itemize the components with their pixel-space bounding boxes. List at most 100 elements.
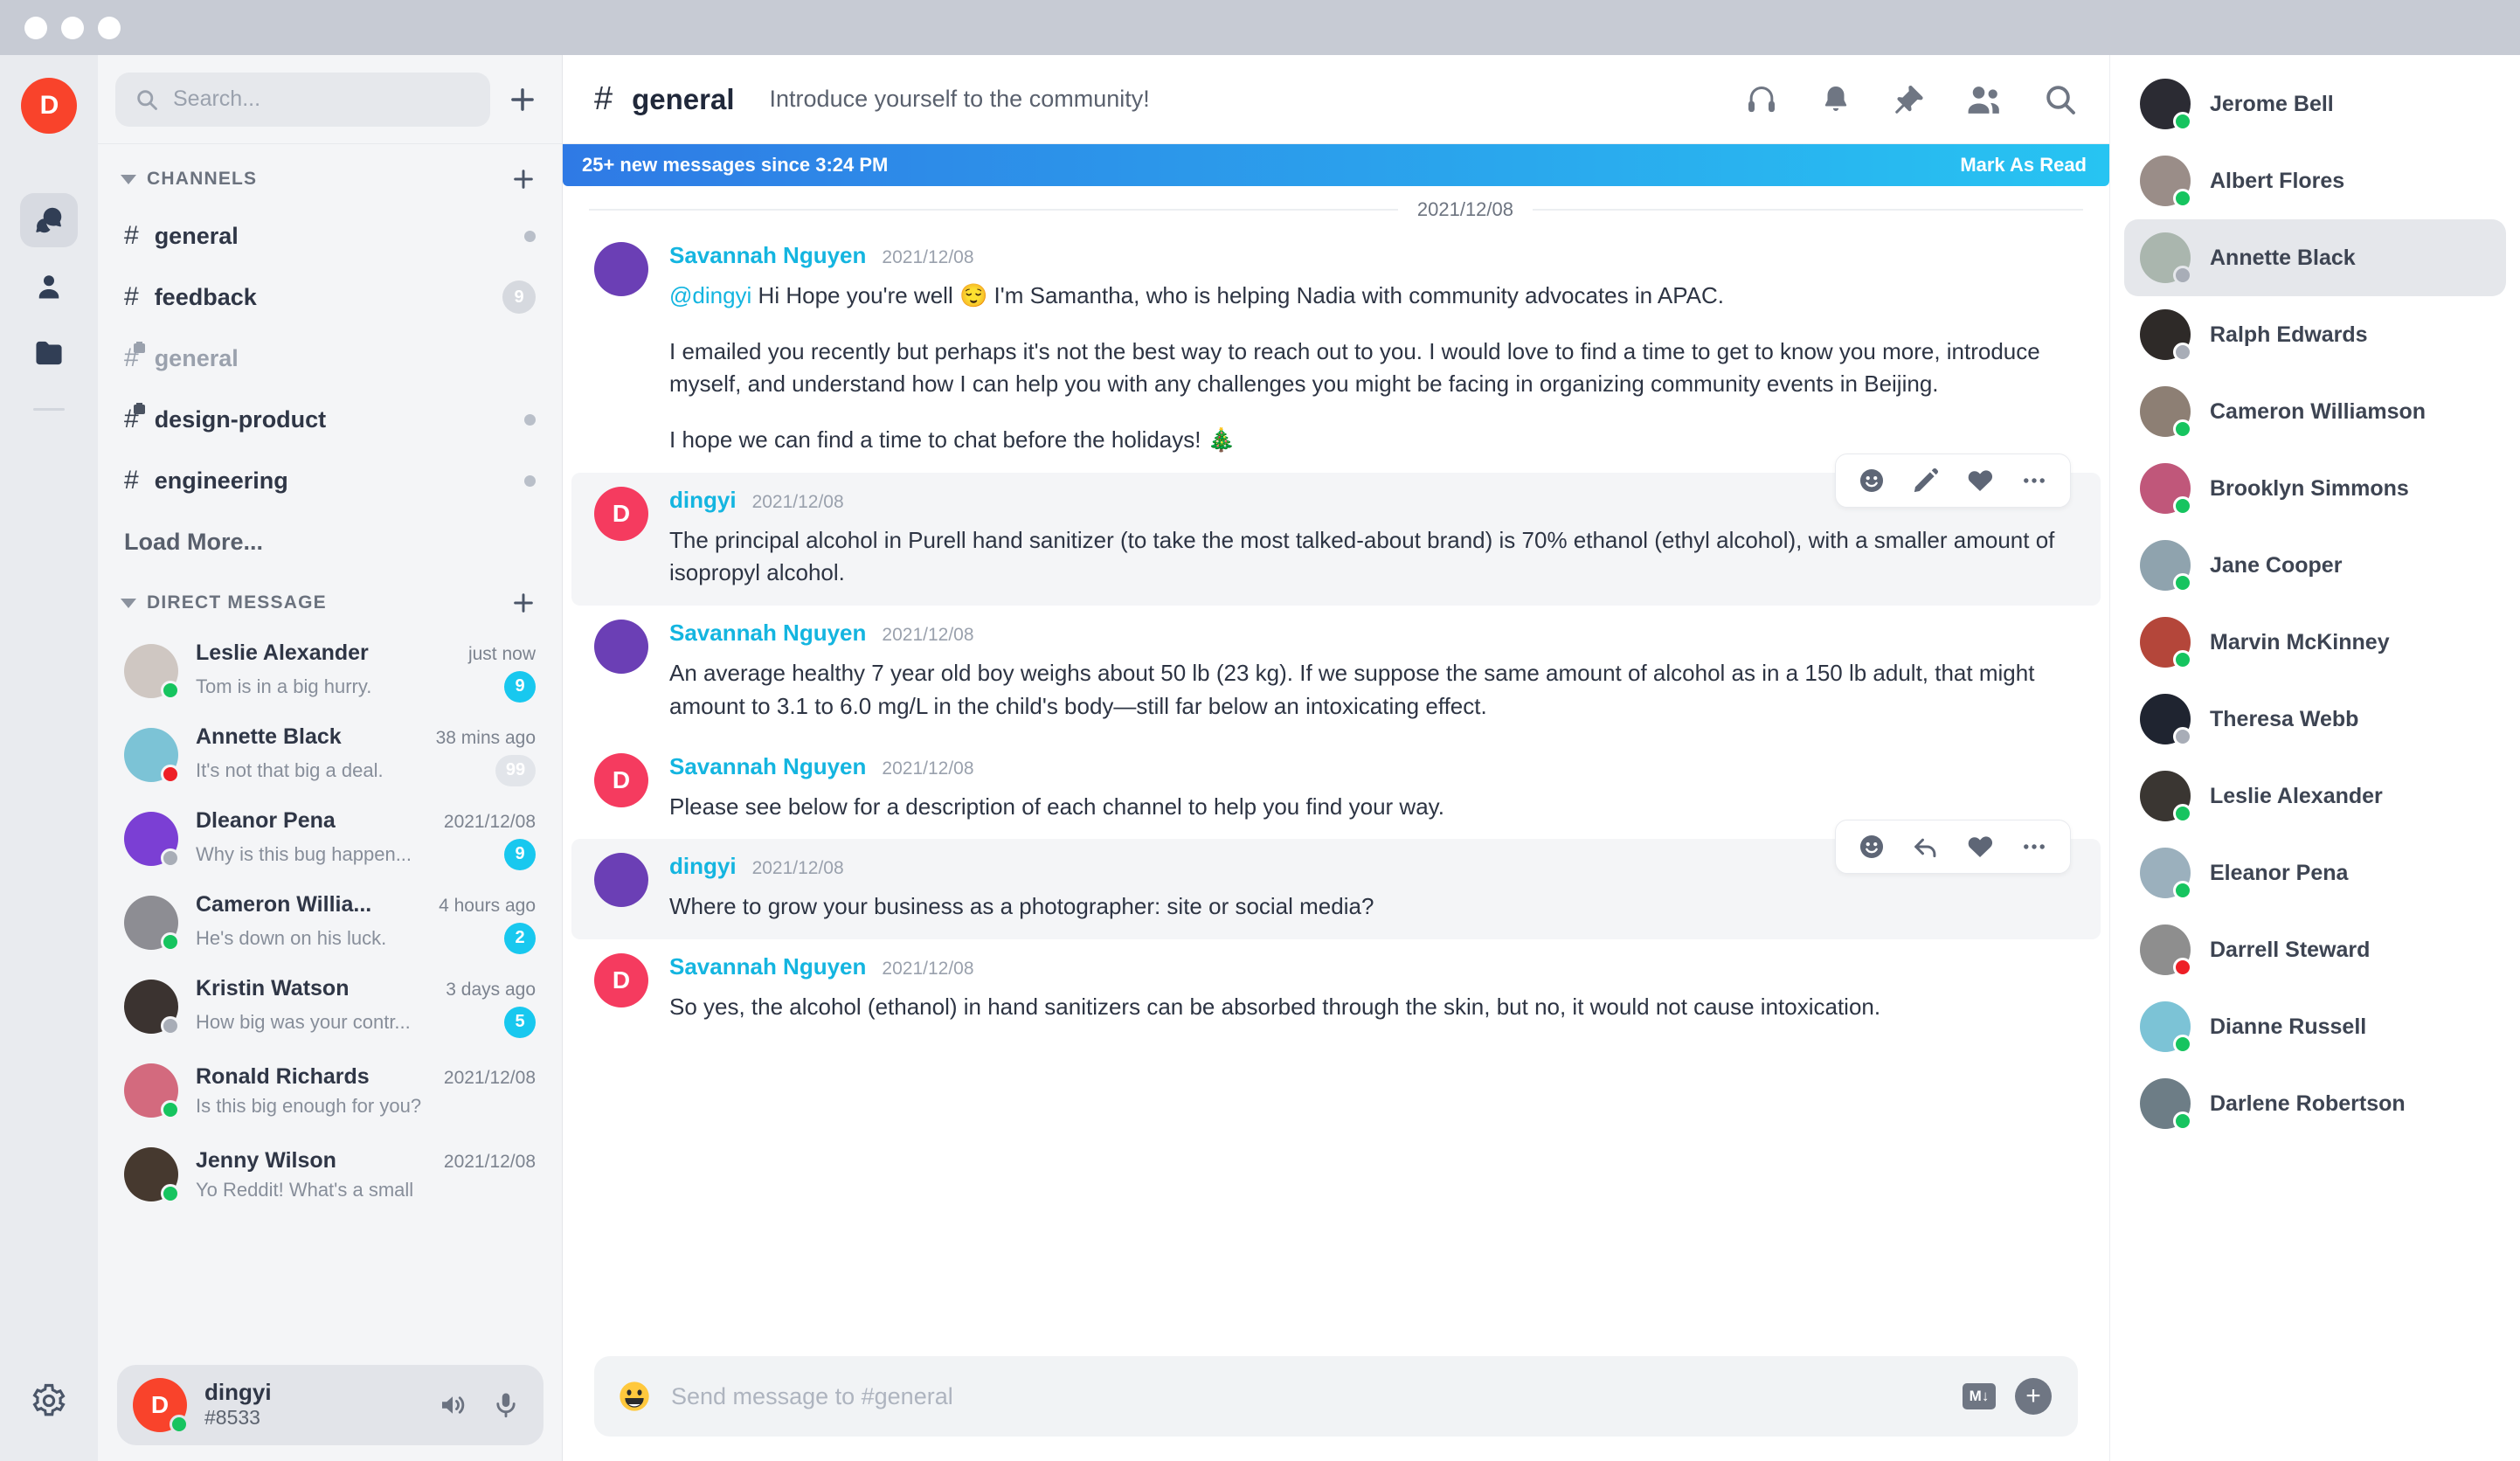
dm-list-item[interactable]: Leslie Alexander just now Tom is in a big … xyxy=(98,629,562,713)
channels-group-header[interactable]: CHANNELS xyxy=(98,153,562,205)
current-user-panel[interactable]: D dingyi #8533 xyxy=(117,1365,543,1445)
message-author[interactable]: Savannah Nguyen xyxy=(669,953,866,980)
status-badge xyxy=(170,1415,189,1434)
headphones-icon[interactable] xyxy=(1744,82,1779,117)
window-close-button[interactable] xyxy=(24,16,47,39)
sidebar-scroll[interactable]: CHANNELS # general # feedback 9 # genera… xyxy=(98,144,562,1461)
mention-link[interactable]: @dingyi xyxy=(669,282,751,308)
sidebar-channel-feedback[interactable]: # feedback 9 xyxy=(98,267,562,328)
window-maximize-button[interactable] xyxy=(98,16,121,39)
mark-as-read-button[interactable]: Mark As Read xyxy=(1960,154,2087,177)
dm-list-item[interactable]: Jenny Wilson 2021/12/08 Yo Reddit! What's … xyxy=(98,1132,562,1216)
settings-gear-button[interactable] xyxy=(31,1382,67,1419)
dm-timestamp: just now xyxy=(467,643,536,664)
member-list-item[interactable]: Leslie Alexander xyxy=(2124,758,2506,834)
member-list-item[interactable]: Marvin McKinney xyxy=(2124,604,2506,681)
search-input[interactable] xyxy=(173,87,471,112)
dm-list-item[interactable]: Kristin Watson 3 days ago How big was your… xyxy=(98,965,562,1049)
message-author[interactable]: dingyi xyxy=(669,487,737,514)
member-list-item[interactable]: Jerome Bell xyxy=(2124,66,2506,142)
member-list-item[interactable]: Dianne Russell xyxy=(2124,988,2506,1065)
bell-icon[interactable] xyxy=(1819,83,1852,116)
member-list[interactable]: Jerome Bell Albert Flores Annette Black Ral… xyxy=(2109,55,2520,1461)
member-list-item[interactable]: Theresa Webb xyxy=(2124,681,2506,758)
channel-label: general xyxy=(154,344,239,371)
member-list-item[interactable]: Darlene Robertson xyxy=(2124,1065,2506,1142)
emoji-icon[interactable] xyxy=(1857,832,1887,862)
workspace-logo[interactable]: D xyxy=(21,78,77,134)
add-channel-button[interactable] xyxy=(509,165,537,193)
microphone-icon[interactable] xyxy=(491,1389,521,1421)
message-author[interactable]: Savannah Nguyen xyxy=(669,753,866,780)
message-paragraph: I hope we can find a time to chat before… xyxy=(669,426,1236,454)
member-list-item[interactable]: Jane Cooper xyxy=(2124,527,2506,604)
sidebar-channel-general[interactable]: # general xyxy=(98,205,562,267)
status-badge xyxy=(2173,804,2192,823)
avatar xyxy=(124,896,180,952)
sidebar-channel-general-private[interactable]: # general xyxy=(98,328,562,389)
member-list-item[interactable]: Brooklyn Simmons xyxy=(2124,450,2506,527)
edit-icon[interactable] xyxy=(1911,466,1941,495)
members-icon[interactable] xyxy=(1966,82,2003,117)
message-item[interactable]: dingyi 2021/12/08 Where to grow your busin… xyxy=(571,820,2101,939)
search-field-wrapper[interactable] xyxy=(115,72,490,127)
message-timestamp: 2021/12/08 xyxy=(882,247,974,267)
message-author[interactable]: Savannah Nguyen xyxy=(669,620,866,647)
new-conversation-button[interactable] xyxy=(506,83,539,116)
message-item[interactable]: Savannah Nguyen 2021/12/08 @dingyi Hi Hope… xyxy=(563,228,2109,473)
message-hover-toolbar[interactable] xyxy=(1835,453,2071,508)
dm-list-item[interactable]: Cameron Willia... 4 hours ago He's down on… xyxy=(98,881,562,965)
day-divider: 2021/12/08 xyxy=(563,186,2109,228)
message-timestamp: 2021/12/08 xyxy=(882,958,974,979)
window-minimize-button[interactable] xyxy=(61,16,84,39)
smiley-icon[interactable] xyxy=(617,1379,652,1414)
dm-group-header[interactable]: DIRECT MESSAGE xyxy=(98,564,562,629)
dm-list-item[interactable]: Dleanor Pena 2021/12/08 Why is this bug ha… xyxy=(98,797,562,881)
speaker-icon[interactable] xyxy=(437,1389,468,1421)
rail-item-contacts[interactable] xyxy=(20,260,78,314)
sidebar-channel-design-product[interactable]: # design-product xyxy=(98,389,562,450)
new-messages-banner[interactable]: 25+ new messages since 3:24 PM Mark As R… xyxy=(563,144,2109,186)
member-list-item[interactable]: Eleanor Pena xyxy=(2124,834,2506,911)
status-badge xyxy=(2173,496,2192,516)
rail-item-chats[interactable] xyxy=(20,193,78,247)
member-list-item[interactable]: Darrell Steward xyxy=(2124,911,2506,988)
member-list-item[interactable]: Cameron Williamson xyxy=(2124,373,2506,450)
more-icon[interactable] xyxy=(2019,832,2049,862)
more-icon[interactable] xyxy=(2019,466,2049,495)
dm-timestamp: 38 mins ago xyxy=(435,727,536,748)
message-item[interactable]: D Savannah Nguyen 2021/12/08 So yes, the al… xyxy=(563,939,2109,1040)
emoji-icon[interactable] xyxy=(1857,466,1887,495)
unread-badge: 9 xyxy=(504,838,536,870)
member-list-item[interactable]: Annette Black xyxy=(2124,219,2506,296)
load-more-channels-button[interactable]: Load More... xyxy=(98,511,562,564)
status-badge xyxy=(161,1184,180,1203)
dm-list-item[interactable]: Ronald Richards 2021/12/08 Is this big eno… xyxy=(98,1049,562,1132)
member-list-item[interactable]: Albert Flores xyxy=(2124,142,2506,219)
attachment-add-button[interactable]: + xyxy=(2015,1378,2052,1415)
message-input-placeholder[interactable]: Send message to #general xyxy=(671,1383,1943,1410)
message-author[interactable]: Savannah Nguyen xyxy=(669,242,866,269)
message-list[interactable]: 2021/12/08 Savannah Nguyen 2021/12/08 @din… xyxy=(563,186,2109,1344)
composer-box[interactable]: Send message to #general M↓ + xyxy=(594,1356,2078,1437)
status-badge xyxy=(2173,573,2192,592)
add-dm-button[interactable] xyxy=(509,589,537,617)
message-author[interactable]: dingyi xyxy=(669,853,737,880)
avatar xyxy=(2140,79,2192,131)
reply-icon[interactable] xyxy=(1911,832,1941,862)
avatar xyxy=(2140,848,2192,900)
sidebar-channel-engineering[interactable]: # engineering xyxy=(98,450,562,511)
member-name: Ralph Edwards xyxy=(2210,322,2368,347)
heart-icon[interactable] xyxy=(1965,832,1995,862)
message-item[interactable]: Ddingyi 2021/12/08 The principal alcohol i… xyxy=(571,453,2101,606)
dm-list-item[interactable]: Annette Black 38 mins ago It's not that bi… xyxy=(98,713,562,797)
member-list-item[interactable]: Ralph Edwards xyxy=(2124,296,2506,373)
pin-icon[interactable] xyxy=(1893,83,1926,116)
heart-icon[interactable] xyxy=(1965,466,1995,495)
search-icon[interactable] xyxy=(2043,82,2078,117)
markdown-icon[interactable]: M↓ xyxy=(1963,1383,1996,1409)
member-name: Annette Black xyxy=(2210,245,2356,270)
rail-item-files[interactable] xyxy=(20,326,78,380)
message-item[interactable]: Savannah Nguyen 2021/12/08 An average heal… xyxy=(563,606,2109,738)
message-hover-toolbar[interactable] xyxy=(1835,820,2071,875)
